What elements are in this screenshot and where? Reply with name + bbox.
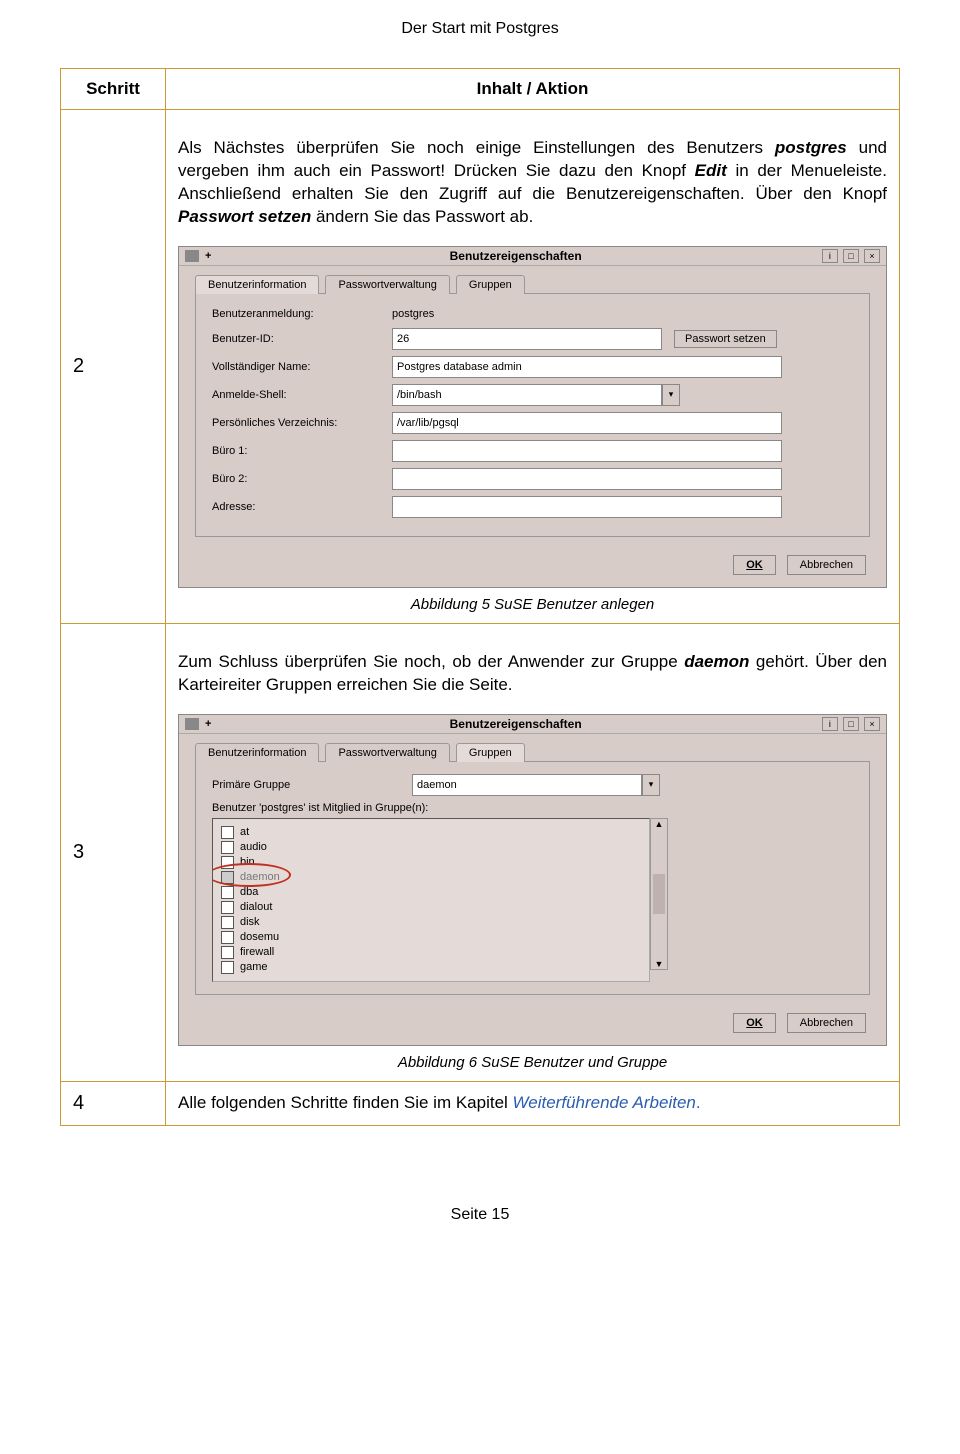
tab-passwortverwaltung[interactable]: Passwortverwaltung: [325, 743, 449, 762]
input-benutzer-id[interactable]: [392, 328, 662, 350]
label-primaere-gruppe: Primäre Gruppe: [212, 779, 412, 791]
label-buero2: Büro 2:: [212, 473, 392, 485]
minimize-icon[interactable]: i: [822, 249, 838, 263]
checkbox-checked-icon[interactable]: [221, 871, 234, 884]
page-footer: Seite 15: [60, 1206, 900, 1224]
group-item: dialout: [240, 900, 272, 915]
group-item: audio: [240, 840, 267, 855]
group-item: firewall: [240, 945, 274, 960]
group-item: at: [240, 825, 249, 840]
scroll-down-icon[interactable]: ▼: [655, 959, 664, 969]
ok-button[interactable]: OK: [733, 1013, 776, 1033]
checkbox-icon[interactable]: [221, 886, 234, 899]
step-2-cell: Als Nächstes überprüfen Sie noch einige …: [166, 110, 900, 624]
label-benutzer-id: Benutzer-ID:: [212, 333, 392, 345]
caption-abbildung-5: Abbildung 5 SuSE Benutzer anlegen: [178, 596, 887, 613]
checkbox-icon[interactable]: [221, 946, 234, 959]
group-item: disk: [240, 915, 260, 930]
label-home: Persönliches Verzeichnis:: [212, 417, 392, 429]
screenshot-benutzereigenschaften-gruppen: + Benutzereigenschaften i □ × Benutzerin…: [178, 714, 887, 1046]
window-pin-icon[interactable]: +: [205, 250, 211, 262]
group-item: dosemu: [240, 930, 279, 945]
dropdown-arrow-icon[interactable]: ▾: [662, 384, 680, 406]
input-vollname[interactable]: [392, 356, 782, 378]
tab-passwortverwaltung[interactable]: Passwortverwaltung: [325, 275, 449, 294]
checkbox-icon[interactable]: [221, 901, 234, 914]
dropdown-arrow-icon[interactable]: ▾: [642, 774, 660, 796]
label-mitglied-in-gruppen: Benutzer 'postgres' ist Mitglied in Grup…: [212, 802, 853, 814]
scroll-up-icon[interactable]: ▲: [655, 819, 664, 829]
step-3-text: Zum Schluss überprüfen Sie noch, ob der …: [178, 651, 887, 697]
step-number-3: 3: [61, 623, 166, 1081]
link-weiterfuehrende-arbeiten[interactable]: Weiterführende Arbeiten: [513, 1093, 696, 1112]
step-4-cell: Alle folgenden Schritte finden Sie im Ka…: [166, 1081, 900, 1125]
step-2-text: Als Nächstes überprüfen Sie noch einige …: [178, 137, 887, 229]
input-shell[interactable]: [392, 384, 662, 406]
close-icon[interactable]: ×: [864, 249, 880, 263]
maximize-icon[interactable]: □: [843, 249, 859, 263]
tab-benutzerinformation[interactable]: Benutzerinformation: [195, 743, 319, 762]
group-item: dba: [240, 885, 258, 900]
window-menu-icon[interactable]: [185, 250, 199, 262]
ok-button[interactable]: OK: [733, 555, 776, 575]
input-adresse[interactable]: [392, 496, 782, 518]
value-benutzeranmeldung: postgres: [392, 306, 434, 322]
input-home[interactable]: [392, 412, 782, 434]
window-title: Benutzereigenschaften: [217, 717, 813, 731]
step-3-cell: Zum Schluss überprüfen Sie noch, ob der …: [166, 623, 900, 1081]
scroll-thumb[interactable]: [653, 874, 665, 914]
tab-benutzerinformation[interactable]: Benutzerinformation: [195, 275, 319, 294]
label-buero1: Büro 1:: [212, 445, 392, 457]
label-benutzeranmeldung: Benutzeranmeldung:: [212, 308, 392, 320]
checkbox-icon[interactable]: [221, 856, 234, 869]
window-pin-icon[interactable]: +: [205, 718, 211, 730]
checkbox-icon[interactable]: [221, 961, 234, 974]
close-icon[interactable]: ×: [864, 717, 880, 731]
maximize-icon[interactable]: □: [843, 717, 859, 731]
step-number-4: 4: [61, 1081, 166, 1125]
col-header-schritt: Schritt: [61, 69, 166, 110]
group-item: game: [240, 960, 268, 975]
document-title: Der Start mit Postgres: [60, 20, 900, 38]
group-item: bin: [240, 855, 255, 870]
label-shell: Anmelde-Shell:: [212, 389, 392, 401]
scrollbar[interactable]: ▲ ▼: [650, 818, 668, 970]
window-menu-icon[interactable]: [185, 718, 199, 730]
col-header-inhalt: Inhalt / Aktion: [166, 69, 900, 110]
label-vollname: Vollständiger Name:: [212, 361, 392, 373]
tab-gruppen[interactable]: Gruppen: [456, 275, 525, 294]
group-listbox[interactable]: at audio bin daemon dba dialout disk: [212, 818, 650, 982]
label-adresse: Adresse:: [212, 501, 392, 513]
abbrechen-button[interactable]: Abbrechen: [787, 555, 866, 575]
input-primaere-gruppe[interactable]: [412, 774, 642, 796]
step-number-2: 2: [61, 110, 166, 624]
abbrechen-button[interactable]: Abbrechen: [787, 1013, 866, 1033]
minimize-icon[interactable]: i: [822, 717, 838, 731]
steps-table: Schritt Inhalt / Aktion 2 Als Nächstes ü…: [60, 68, 900, 1126]
screenshot-benutzereigenschaften-info: + Benutzereigenschaften i □ × Benutzerin…: [178, 246, 887, 588]
checkbox-icon[interactable]: [221, 916, 234, 929]
input-buero1[interactable]: [392, 440, 782, 462]
input-buero2[interactable]: [392, 468, 782, 490]
caption-abbildung-6: Abbildung 6 SuSE Benutzer und Gruppe: [178, 1054, 887, 1071]
checkbox-icon[interactable]: [221, 931, 234, 944]
passwort-setzen-button[interactable]: Passwort setzen: [674, 330, 777, 348]
checkbox-icon[interactable]: [221, 841, 234, 854]
window-title: Benutzereigenschaften: [217, 249, 813, 263]
checkbox-icon[interactable]: [221, 826, 234, 839]
group-item-daemon: daemon: [240, 870, 280, 885]
tab-gruppen[interactable]: Gruppen: [456, 743, 525, 762]
